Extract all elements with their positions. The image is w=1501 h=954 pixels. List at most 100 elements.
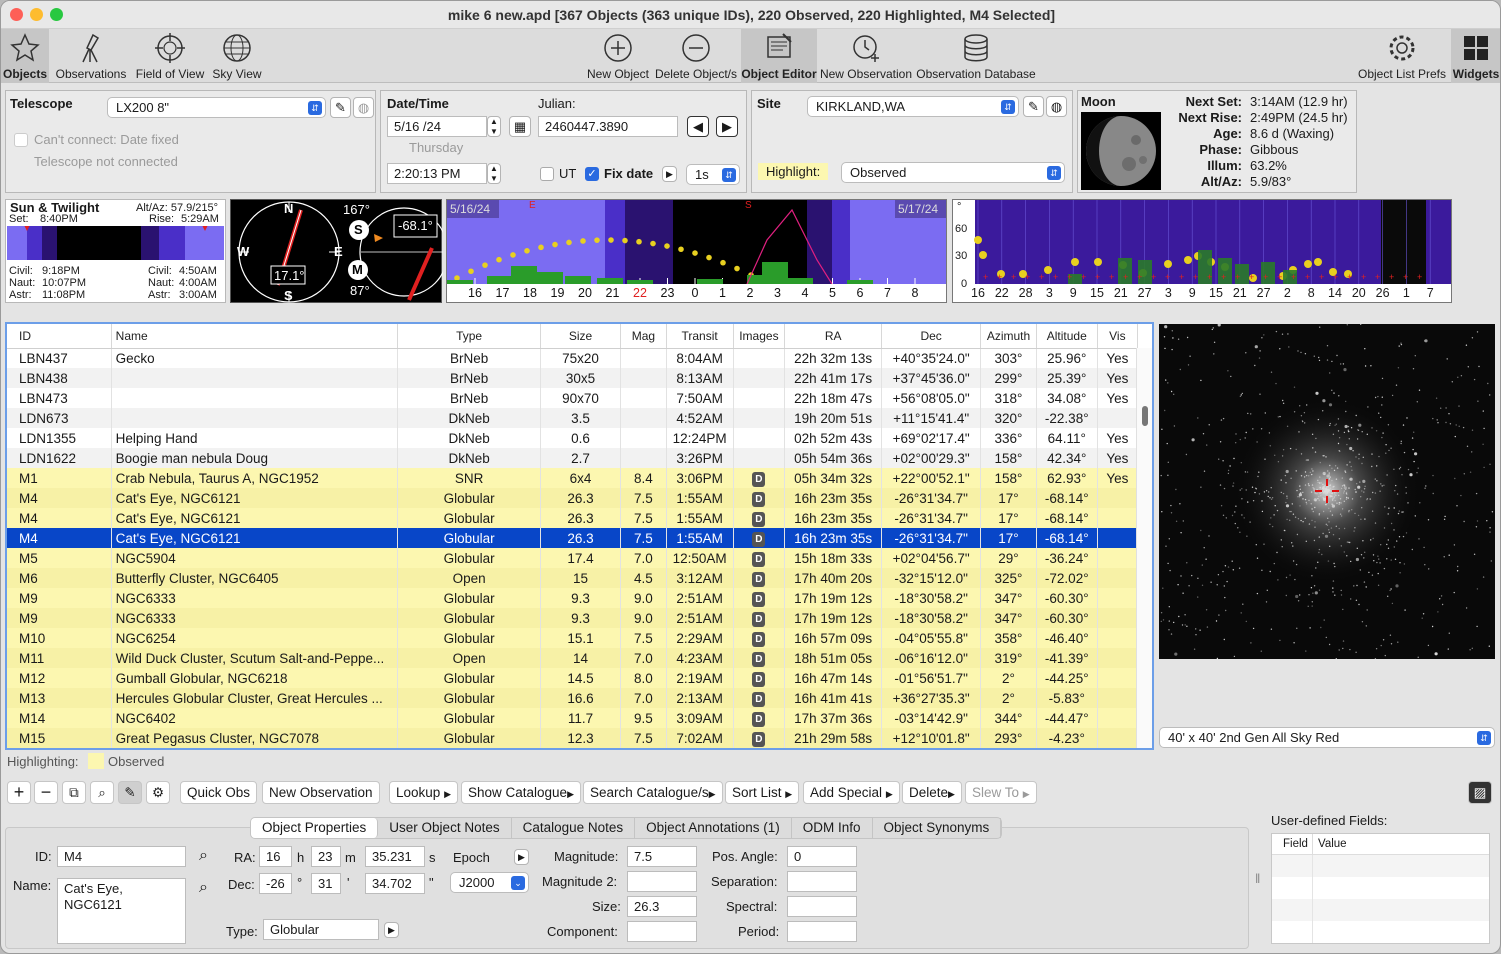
table-row[interactable]: M9 NGC6333 Globular 9.3 9.0 2:51AM D 17h 19m 12…	[7, 588, 1139, 608]
remove-row-button[interactable]: −	[34, 781, 58, 804]
column-header-id[interactable]: ID	[7, 324, 112, 349]
dec-degrees-field[interactable]: -26	[259, 873, 292, 894]
add-row-button[interactable]: +	[7, 781, 31, 804]
image-badge-icon[interactable]: D	[752, 471, 766, 487]
widgets-tool-button[interactable]: Widgets	[1451, 29, 1500, 83]
image-badge-icon[interactable]: D	[752, 551, 766, 567]
image-badge-icon[interactable]: D	[752, 511, 766, 527]
image-toggle-button[interactable]: ▨	[1468, 781, 1492, 804]
table-row[interactable]: M10 NGC6254 Globular 15.1 7.5 2:29AM D 16h 57m …	[7, 628, 1139, 648]
new-object-button[interactable]: New Object	[585, 29, 651, 83]
tab-object-annotations-1[interactable]: Object Annotations (1)	[635, 818, 792, 838]
image-badge-icon[interactable]: D	[752, 711, 766, 727]
column-header-vis[interactable]: Vis	[1097, 324, 1139, 349]
epoch-select[interactable]: J2000 ⌄	[450, 872, 529, 893]
separation-field[interactable]	[787, 871, 857, 892]
new-observation-button[interactable]: New Observation	[819, 29, 913, 83]
field-of-view-tool-button[interactable]: Field of View	[133, 29, 207, 83]
image-badge-icon[interactable]: D	[752, 571, 766, 587]
tab-odm-info[interactable]: ODM Info	[792, 818, 873, 838]
lookup-button[interactable]: Lookup ▶	[389, 781, 458, 804]
prev-step-button[interactable]: ◀	[687, 116, 709, 137]
image-badge-icon[interactable]: D	[752, 671, 766, 687]
table-row[interactable]: LDN1622 Boogie man nebula Doug DkNeb 2.7 3:2…	[7, 448, 1139, 468]
tab-catalogue-notes[interactable]: Catalogue Notes	[512, 818, 636, 838]
table-row[interactable]: M5 NGC5904 Globular 17.4 7.0 12:50AM D 15h 18m …	[7, 548, 1139, 568]
udf-row[interactable]	[1272, 921, 1489, 943]
object-list-prefs-button[interactable]: Object List Prefs	[1355, 29, 1449, 83]
duplicate-button[interactable]: ⧉	[62, 781, 86, 804]
ut-checkbox[interactable]	[540, 167, 554, 181]
image-badge-icon[interactable]: D	[752, 491, 766, 507]
minimize-window-button[interactable]	[30, 8, 43, 21]
column-header-size[interactable]: Size	[540, 324, 622, 349]
image-badge-icon[interactable]: D	[752, 631, 766, 647]
table-row[interactable]: LDN1355 Helping Hand DkNeb 0.6 12:24PM 02h 52…	[7, 428, 1139, 448]
table-row[interactable]: M11 Wild Duck Cluster, Scutum Salt-and-Pe…	[7, 648, 1139, 668]
date-stepper[interactable]: ▲ ▼	[487, 116, 501, 137]
search-button[interactable]: ⌕	[90, 781, 114, 804]
table-row[interactable]: LBN437 Gecko BrNeb 75x20 8:04AM 22h 32m 13s +4…	[7, 348, 1139, 368]
tab-user-object-notes[interactable]: User Object Notes	[378, 818, 512, 838]
show-catalogue-button[interactable]: Show Catalogue▶	[461, 781, 581, 804]
delete-button[interactable]: Delete▶	[902, 781, 962, 804]
date-field[interactable]: 5/16 /24	[387, 116, 487, 137]
site-globe-button[interactable]: ◍	[1046, 96, 1067, 117]
image-badge-icon[interactable]: D	[752, 591, 766, 607]
observations-tool-button[interactable]: Observations	[53, 29, 129, 83]
fix-date-menu-button[interactable]: ▶	[662, 166, 677, 182]
edit-site-button[interactable]: ✎	[1023, 96, 1044, 117]
image-survey-select[interactable]: 40' x 40' 2nd Gen All Sky Red ⇵	[1159, 727, 1495, 748]
step-select[interactable]: 1s ⇵	[686, 164, 740, 185]
udf-row[interactable]	[1272, 877, 1489, 899]
column-header-name[interactable]: Name	[111, 324, 399, 349]
table-row[interactable]: M12 Gumball Globular, NGC6218 Globular 14.5…	[7, 668, 1139, 688]
id-lookup-button[interactable]: ⌕	[193, 846, 214, 867]
time-stepper[interactable]: ▲ ▼	[487, 163, 501, 184]
slew-to-button[interactable]: Slew To ▶	[965, 781, 1037, 804]
table-row[interactable]: M4 Cat's Eye, NGC6121 Globular 26.3 7.5 1:55A…	[7, 508, 1139, 528]
settings-button[interactable]: ⚙	[146, 781, 170, 804]
telescope-globe-button[interactable]: ◍	[353, 97, 374, 118]
next-step-button[interactable]: ▶	[716, 116, 738, 137]
spectral-field[interactable]	[787, 896, 857, 917]
image-badge-icon[interactable]: D	[752, 651, 766, 667]
type-menu-button[interactable]: ▶	[384, 922, 399, 938]
close-window-button[interactable]	[10, 8, 23, 21]
time-field[interactable]: 2:20:13 PM	[387, 163, 487, 184]
column-header-dec[interactable]: Dec	[881, 324, 982, 349]
zoom-window-button[interactable]	[50, 8, 63, 21]
magnitude2-field[interactable]	[627, 871, 697, 892]
sky-view-tool-button[interactable]: Sky View	[209, 29, 265, 83]
image-badge-icon[interactable]: D	[752, 731, 766, 747]
table-row[interactable]: M4 Cat's Eye, NGC6121 Globular 26.3 7.5 1:55A…	[7, 528, 1139, 548]
objects-tool-button[interactable]: Objects	[1, 29, 49, 83]
size-field[interactable]: 26.3	[627, 896, 697, 917]
object-editor-tool-button[interactable]: Object Editor	[741, 29, 817, 83]
scrollbar-thumb[interactable]	[1142, 406, 1148, 426]
ra-seconds-field[interactable]: 35.231	[365, 846, 425, 867]
image-badge-icon[interactable]: D	[752, 691, 766, 707]
table-row[interactable]: LBN438 BrNeb 30x5 8:13AM 22h 41m 17s +37°45'3…	[7, 368, 1139, 388]
site-select[interactable]: KIRKLAND,WA ⇵	[807, 96, 1019, 117]
dec-seconds-field[interactable]: 34.702	[365, 873, 425, 894]
image-badge-icon[interactable]: D	[752, 611, 766, 627]
sort-list-button[interactable]: Sort List ▶	[725, 781, 800, 804]
new-observation-action-button[interactable]: New Observation	[262, 781, 380, 804]
name-lookup-button[interactable]: ⌕	[193, 878, 214, 899]
table-row[interactable]: LDN673 DkNeb 3.5 4:52AM 19h 20m 51s +11°15'41…	[7, 408, 1139, 428]
ra-hours-field[interactable]: 16	[259, 846, 292, 867]
column-header-transit[interactable]: Transit	[666, 324, 734, 349]
udf-table[interactable]: Field Value	[1271, 833, 1490, 944]
highlight-select[interactable]: Observed ⇵	[841, 162, 1065, 183]
table-row[interactable]: M13 Hercules Globular Cluster, Great Herc…	[7, 688, 1139, 708]
julian-field[interactable]: 2460447.3890	[538, 116, 678, 137]
search-catalogues-button[interactable]: Search Catalogue/s▶	[583, 781, 723, 804]
column-header-type[interactable]: Type	[397, 324, 541, 349]
quick-obs-button[interactable]: Quick Obs	[180, 781, 258, 804]
edit-telescope-button[interactable]: ✎	[330, 97, 351, 118]
column-header-images[interactable]: Images	[733, 324, 786, 349]
edit-mode-button[interactable]: ✎	[118, 781, 142, 804]
name-field[interactable]: Cat's Eye, NGC6121	[57, 878, 186, 944]
object-list-table[interactable]: ID Name Type Size Mag Transit Images RA Dec Azimu…	[5, 322, 1154, 750]
